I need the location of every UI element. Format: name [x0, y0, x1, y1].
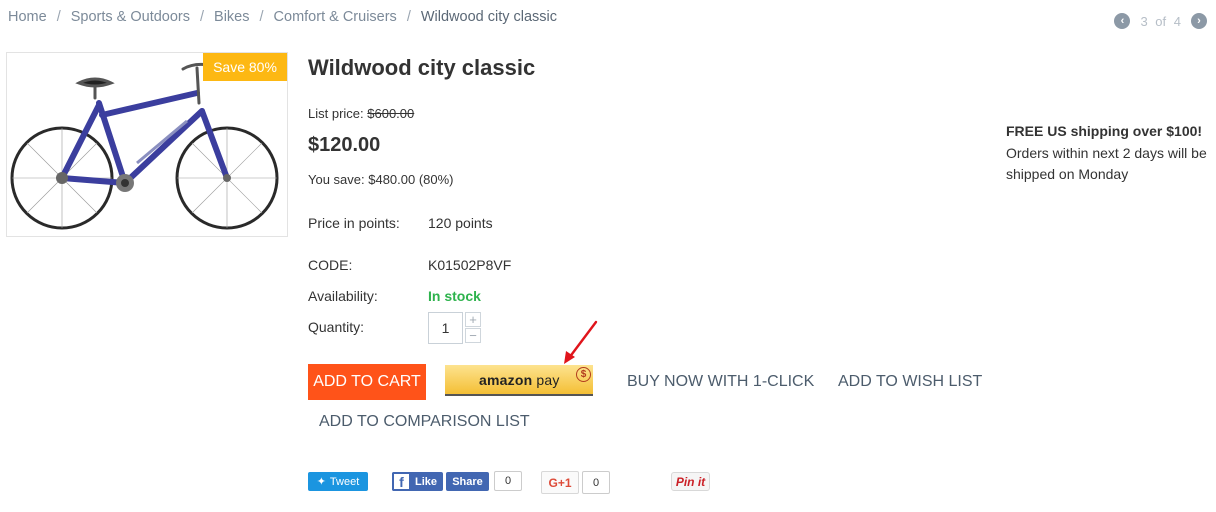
product-image[interactable]: Save 80%	[6, 52, 288, 237]
facebook-share-count: 0	[494, 471, 522, 491]
availability-value: In stock	[428, 288, 481, 304]
quantity-increase-button[interactable]: +	[465, 312, 481, 327]
facebook-like-label: Like	[415, 475, 438, 488]
quantity-decrease-button[interactable]: −	[465, 328, 481, 343]
pager-current: 3	[1140, 13, 1148, 29]
breadcrumb-separator: /	[259, 9, 264, 25]
breadcrumb-separator: /	[406, 9, 411, 25]
amazon-pay-logo: amazon pay	[479, 372, 560, 388]
save-badge: Save 80%	[203, 53, 287, 81]
add-to-wish-list-button[interactable]: ADD TO WISH LIST	[838, 373, 982, 391]
breadcrumb-separator: /	[200, 9, 205, 25]
points-label: Price in points:	[308, 215, 400, 231]
shipping-headline: FREE US shipping over $100!	[1006, 123, 1203, 139]
facebook-like-button[interactable]: f Like	[392, 472, 444, 491]
add-to-comparison-list-button[interactable]: ADD TO COMPARISON LIST	[319, 413, 530, 431]
google-plus-button[interactable]: G+1	[541, 471, 579, 494]
product-pager: ‹ 3 of 4 ›	[1114, 13, 1207, 29]
breadcrumb-bikes[interactable]: Bikes	[214, 9, 249, 25]
breadcrumb-comfort-cruisers[interactable]: Comfort & Cruisers	[274, 9, 397, 25]
product-price: $120.00	[308, 134, 381, 156]
you-save: You save: $480.00 (80%)	[308, 172, 454, 187]
amazon-pay-logo-bold: amazon	[479, 371, 533, 388]
list-price-label: List price:	[308, 106, 364, 121]
availability-label: Availability:	[308, 288, 378, 304]
breadcrumb-sports-outdoors[interactable]: Sports & Outdoors	[71, 9, 190, 25]
breadcrumb-current: Wildwood city classic	[420, 9, 558, 25]
list-price-value: $600.00	[367, 106, 415, 121]
twitter-bird-icon: ✦	[316, 476, 326, 488]
tweet-button[interactable]: ✦ Tweet	[308, 472, 368, 491]
buy-now-1-click-button[interactable]: BUY NOW WITH 1-CLICK	[627, 373, 814, 391]
shipping-note: Orders within next 2 days will be shippe…	[1006, 144, 1207, 183]
next-product-icon[interactable]: ›	[1191, 13, 1207, 29]
pager-text: 3 of 4	[1138, 14, 1183, 29]
previous-product-icon[interactable]: ‹	[1114, 13, 1131, 29]
breadcrumb-home[interactable]: Home	[8, 9, 47, 25]
facebook-share-button[interactable]: Share	[446, 472, 489, 491]
pinterest-button[interactable]: Pin it	[671, 472, 710, 491]
pager-of: of	[1155, 13, 1167, 29]
currency-icon: $	[576, 367, 591, 382]
amazon-pay-logo-light: pay	[532, 371, 560, 388]
quantity-input[interactable]: 1	[428, 312, 463, 344]
amazon-pay-button[interactable]: amazon pay $	[445, 365, 593, 396]
pager-total: 4	[1173, 13, 1181, 29]
list-price: List price: $600.00	[308, 106, 414, 121]
annotation-arrow-icon	[564, 320, 598, 364]
code-value: K01502P8VF	[428, 257, 512, 273]
breadcrumb: Home / Sports & Outdoors / Bikes / Comfo…	[8, 9, 557, 25]
google-plus-count: 0	[582, 471, 610, 494]
product-title: Wildwood city classic	[308, 55, 536, 80]
shipping-info: FREE US shipping over $100! Orders withi…	[1006, 121, 1211, 186]
add-to-cart-button[interactable]: ADD TO CART	[308, 364, 426, 400]
quantity-label: Quantity:	[308, 319, 365, 335]
breadcrumb-separator: /	[56, 9, 61, 25]
code-label: CODE:	[308, 257, 353, 273]
tweet-label: Tweet	[329, 475, 360, 488]
facebook-icon: f	[392, 472, 411, 491]
points-value: 120 points	[428, 215, 493, 231]
